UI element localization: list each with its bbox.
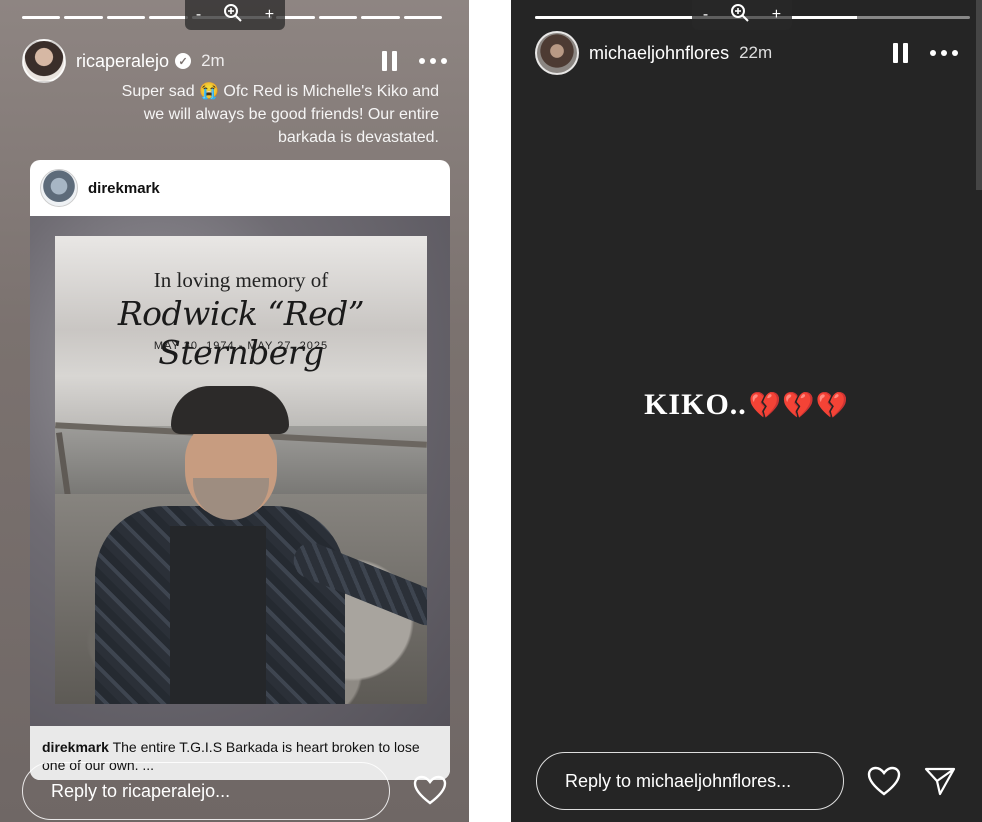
reply-placeholder: Reply to michaeljohnflores... <box>565 770 792 791</box>
zoom-out-button[interactable]: - <box>703 6 708 24</box>
shared-post-image: In loving memory of Rodwick “Red” Sternb… <box>30 216 450 726</box>
story-header: ricaperalejo ✓ 2m <box>22 38 447 84</box>
memorial-name: Rodwick “Red” Sternberg <box>117 294 365 372</box>
scrollbar[interactable] <box>976 0 982 190</box>
story-text-main: KIKO.. <box>644 388 747 421</box>
more-options-icon[interactable] <box>419 58 447 64</box>
reply-placeholder: Reply to ricaperalejo... <box>51 780 231 801</box>
shared-post-header: direkmark <box>30 160 450 216</box>
story-michaeljohnflores: - + michaeljohnflores 22m KIKO..💔💔💔 Repl… <box>511 0 982 822</box>
story-time: 22m <box>739 43 773 62</box>
pause-icon[interactable] <box>893 43 908 63</box>
reply-input[interactable]: Reply to ricaperalejo... <box>22 762 390 820</box>
like-heart-icon[interactable] <box>867 766 901 801</box>
shared-post-card[interactable]: direkmark In loving memory of Rodwick “R… <box>30 160 450 780</box>
send-icon[interactable] <box>923 766 957 801</box>
memorial-dates: MAY 30, 1974 - MAY 27, 2025 <box>153 340 329 352</box>
like-heart-icon[interactable] <box>413 775 447 810</box>
avatar[interactable] <box>40 169 78 207</box>
story-username[interactable]: michaeljohnflores <box>589 43 729 64</box>
story-time: 2m <box>201 51 225 70</box>
verified-badge-icon: ✓ <box>175 53 192 69</box>
zoom-toolbar: - + <box>185 0 285 30</box>
shared-post-caption-user: direkmark <box>42 739 109 755</box>
more-options-icon[interactable] <box>930 50 958 56</box>
shared-post-username[interactable]: direkmark <box>88 180 160 197</box>
memorial-heading: In loving memory of <box>153 268 329 292</box>
pause-icon[interactable] <box>382 51 397 71</box>
zoom-in-button[interactable]: + <box>772 6 781 24</box>
story-text: KIKO..💔💔💔 <box>511 388 982 422</box>
zoom-icon[interactable] <box>730 3 750 28</box>
story-caption: Super sad 😭 Ofc Red is Michelle's Kiko a… <box>121 83 439 146</box>
zoom-in-button[interactable]: + <box>265 6 274 24</box>
avatar[interactable] <box>535 31 579 75</box>
zoom-out-button[interactable]: - <box>196 6 201 24</box>
reply-input[interactable]: Reply to michaeljohnflores... <box>536 752 844 810</box>
broken-heart-emojis: 💔💔💔 <box>748 391 849 420</box>
story-ricaperalejo: - + ricaperalejo ✓ 2m Super sad 😭 Ofc Re… <box>0 0 469 822</box>
story-username[interactable]: ricaperalejo <box>76 51 169 72</box>
zoom-icon[interactable] <box>223 3 243 28</box>
memorial-photo <box>75 386 427 704</box>
memorial-graphic: In loving memory of Rodwick “Red” Sternb… <box>55 236 427 704</box>
story-header: michaeljohnflores 22m <box>535 30 958 76</box>
avatar[interactable] <box>22 39 66 83</box>
zoom-toolbar: - + <box>692 0 792 30</box>
